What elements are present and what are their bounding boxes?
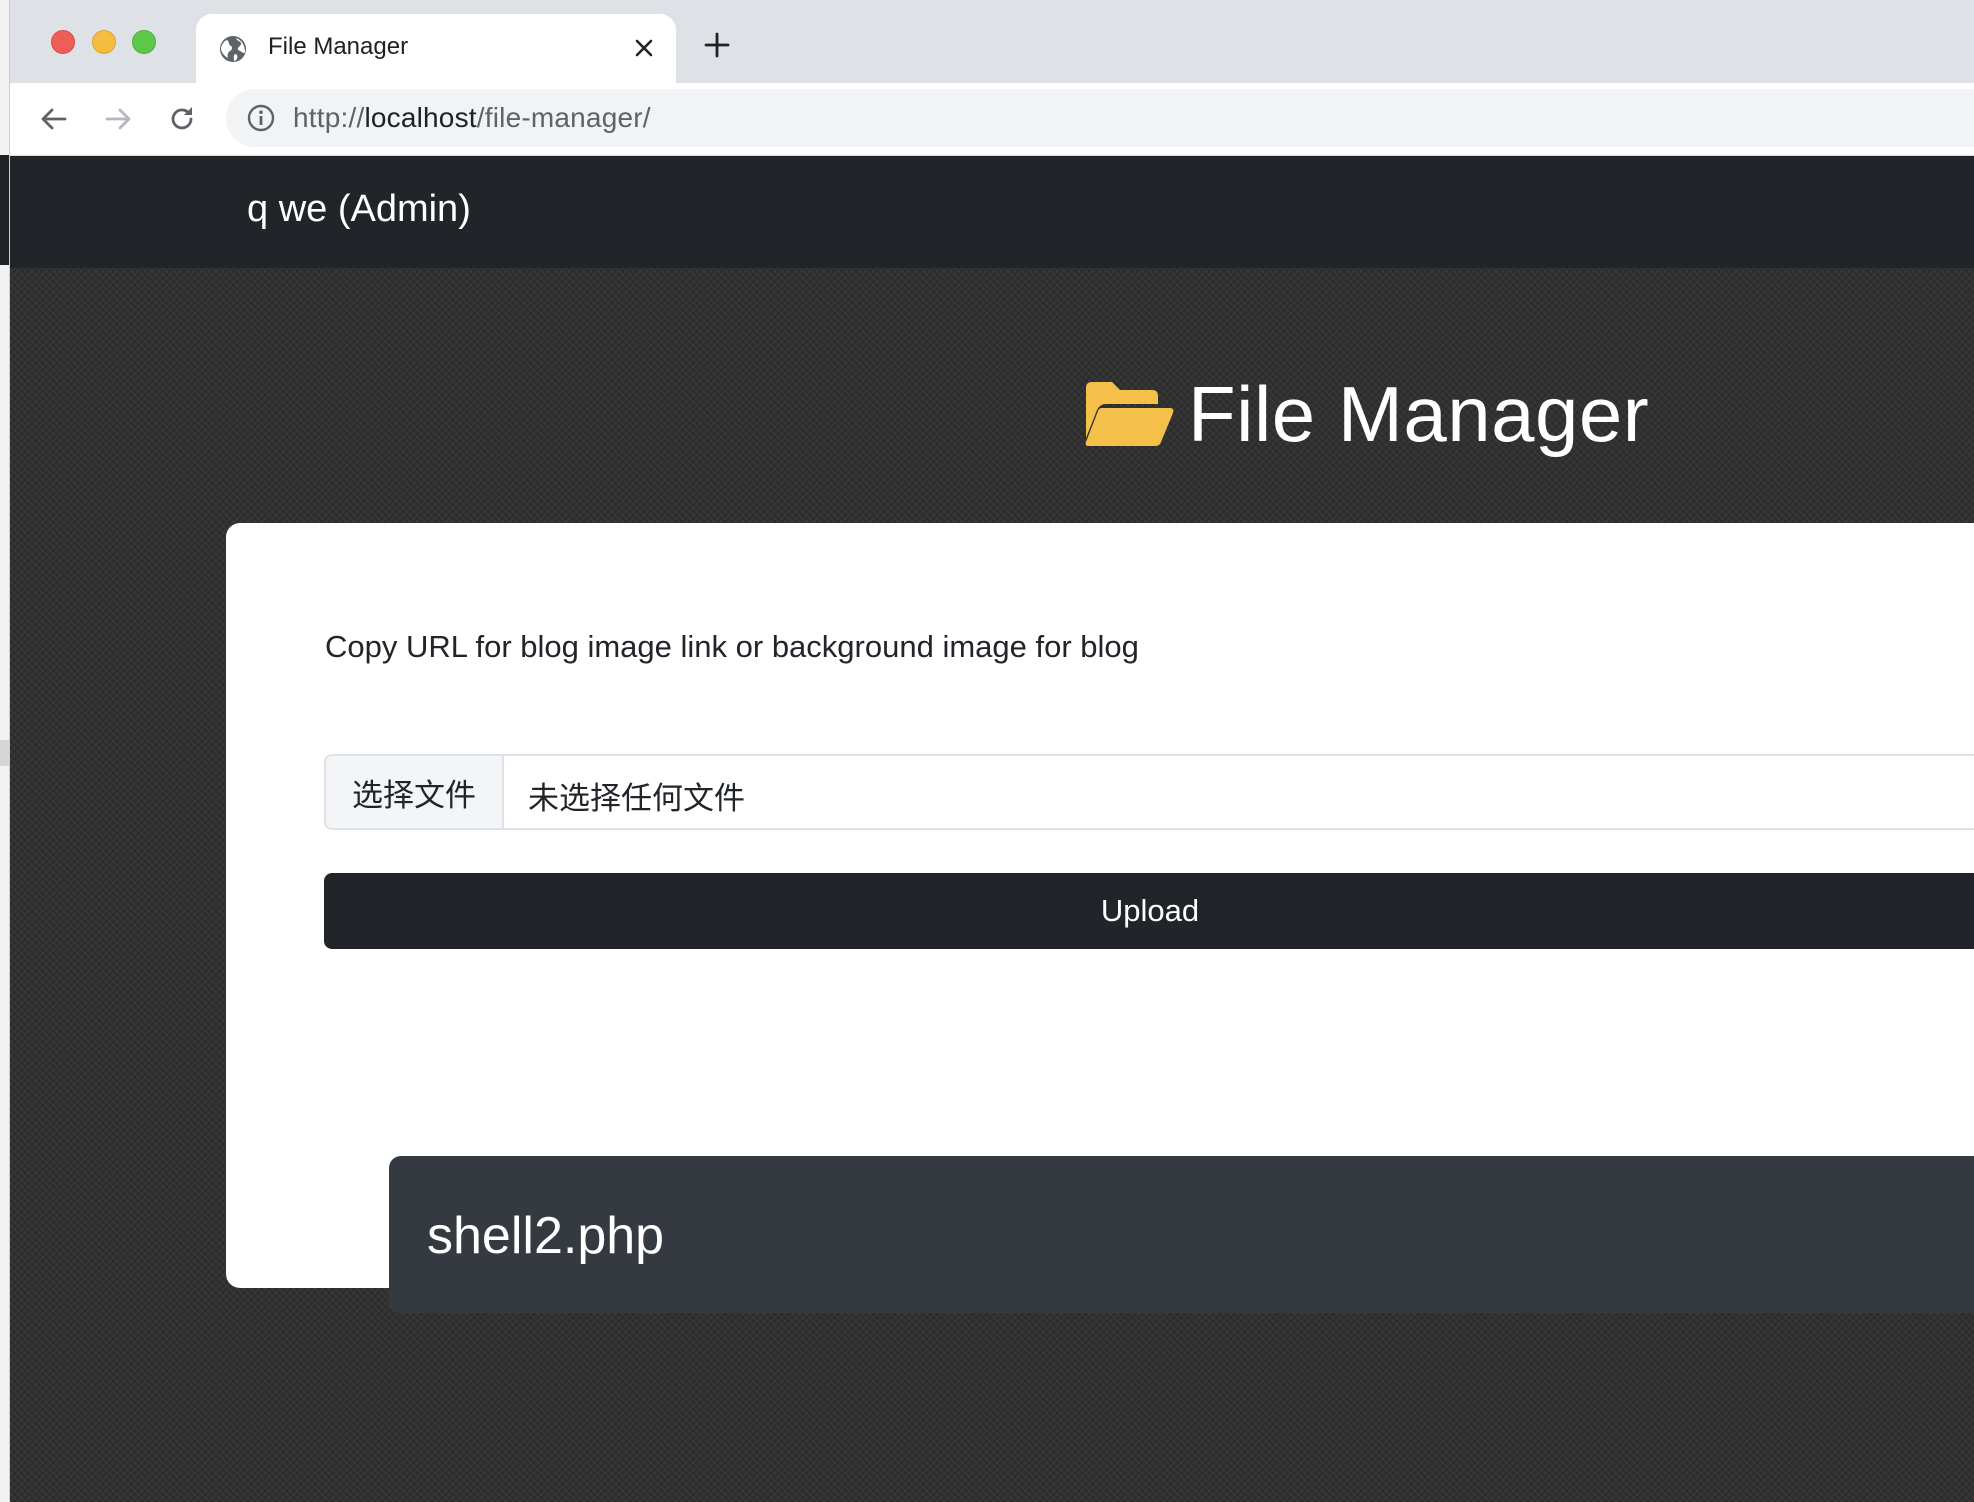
url-scheme: http:// — [293, 102, 365, 133]
close-window-button[interactable] — [51, 30, 75, 54]
arrow-right-icon[interactable] — [100, 101, 136, 137]
file-input-status: 未选择任何文件 — [528, 781, 745, 816]
close-icon[interactable] — [630, 34, 658, 62]
browser-toolbar: http://localhost/file-manager/ — [10, 83, 1974, 156]
background-window-highlight — [0, 740, 9, 766]
address-bar[interactable]: http://localhost/file-manager/ — [226, 89, 1974, 147]
upload-button-label: Upload — [1100, 893, 1200, 928]
page-heading: File Manager — [1082, 366, 1649, 462]
file-list-item[interactable]: shell2.php — [389, 1156, 1974, 1313]
file-name: shell2.php — [427, 1207, 665, 1265]
arrow-left-icon[interactable] — [36, 101, 72, 137]
url-path: /file-manager/ — [476, 102, 651, 133]
file-input[interactable]: 选择文件 未选择任何文件 — [324, 754, 1974, 830]
minimize-window-button[interactable] — [92, 30, 116, 54]
site-navbar: q we (Admin) — [10, 156, 1974, 268]
page-content: q we (Admin) File Manager Copy URL for b… — [10, 156, 1974, 1502]
tab-file-manager[interactable]: File Manager — [196, 14, 676, 83]
plus-icon[interactable] — [700, 28, 734, 62]
background-window-edge — [0, 0, 10, 1502]
browser-window: File Manager http://localhost/file-manag… — [10, 0, 1974, 1502]
tab-strip: File Manager — [10, 0, 1974, 83]
url-host: localhost — [364, 102, 477, 133]
choose-file-button[interactable]: 选择文件 — [326, 756, 504, 828]
info-icon[interactable] — [246, 103, 276, 133]
tab-title: File Manager — [268, 33, 409, 60]
reload-icon[interactable] — [164, 101, 200, 137]
upload-button[interactable]: Upload — [324, 873, 1974, 949]
navbar-brand[interactable]: q we (Admin) — [247, 188, 471, 231]
page-title: File Manager — [1188, 369, 1650, 458]
maximize-window-button[interactable] — [132, 30, 156, 54]
address-url: http://localhost/file-manager/ — [293, 102, 651, 134]
instruction-text: Copy URL for blog image link or backgrou… — [325, 629, 1139, 664]
background-window-dark-band — [0, 155, 9, 265]
file-manager-card: Copy URL for blog image link or backgrou… — [226, 523, 1974, 1313]
globe-icon — [218, 34, 248, 64]
open-folder-icon — [1082, 378, 1174, 450]
